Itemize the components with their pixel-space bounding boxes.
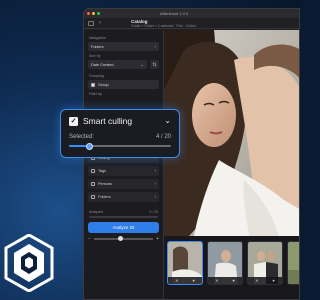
selected-row: Selected: 4 / 20 (69, 134, 171, 140)
smart-culling-title: Smart culling (83, 116, 133, 126)
maximize-window-icon[interactable] (97, 12, 100, 15)
thumbnail-actions: ✕ ♥ (208, 277, 242, 284)
breadcrumb-path: Folder > Folder > 1 selected · Pick · Cu… (131, 23, 196, 28)
checkbox-checked-icon[interactable]: ✓ (69, 116, 78, 126)
zoom-slider[interactable] (93, 236, 154, 242)
selected-label: Selected: (69, 134, 95, 140)
smart-culling-header[interactable]: ✓ Smart culling ⌄ (69, 116, 171, 126)
title-bar: Aftershoot 1.0.0 (84, 9, 299, 18)
zoom-control: − + (88, 236, 159, 242)
filter-tags[interactable]: Tags › (88, 166, 159, 176)
chevron-right-icon: › (154, 168, 156, 174)
analyzed-label: Analyzed (89, 210, 103, 214)
thumbnail-actions: ✕ ♥ (168, 277, 202, 284)
reject-icon[interactable]: ✕ (255, 278, 258, 283)
analyzed-count: 0 / 20 (149, 210, 158, 214)
analyzed-row: Analyzed 0 / 20 (89, 210, 158, 214)
filter-label: Persons (98, 182, 112, 186)
aftershoot-logo (4, 234, 54, 292)
zoom-slider-knob[interactable] (117, 236, 123, 242)
close-window-icon[interactable] (87, 12, 90, 15)
grouping-checkbox-icon[interactable] (91, 82, 95, 87)
sort-value: Date Created (91, 62, 114, 67)
thumbnail-actions: ✕ ♥ (248, 277, 282, 284)
sort-order-icon[interactable]: ⇅ (150, 60, 159, 69)
minimize-window-icon[interactable] (92, 12, 95, 15)
toolbar: ‹ Catalog Folder > Folder > 1 selected ·… (84, 18, 299, 29)
grouping-label: Grouping (89, 74, 104, 78)
sidebar-toggle-icon[interactable] (88, 20, 94, 26)
thumbnail[interactable] (287, 241, 299, 285)
analyzed-progress-bar (89, 216, 158, 218)
thumbnail[interactable]: ✕ ♥ (247, 241, 283, 285)
chevron-down-icon[interactable]: ⌄ (164, 117, 171, 125)
filters-label: Filter by (89, 92, 102, 96)
chevron-right-icon: › (154, 194, 156, 200)
filter-label: Folders (98, 195, 111, 199)
checkbox-icon[interactable] (91, 195, 95, 199)
chevron-right-icon: › (154, 43, 156, 50)
analyze-button[interactable]: Analyze 20 (88, 222, 159, 233)
checkbox-icon[interactable] (91, 169, 95, 173)
chevron-right-icon: › (154, 181, 156, 187)
back-arrow-icon[interactable]: ‹ (99, 20, 101, 26)
thumbnail[interactable]: ✕ ♥ (207, 241, 243, 285)
filter-persons[interactable]: Persons › (88, 179, 159, 189)
filter-label: Tags (98, 169, 107, 173)
thumbnail-image (288, 242, 299, 284)
sort-row: Date Created ⌄ ⇅ (88, 60, 159, 72)
thumbnail[interactable]: ✕ ♥ (167, 241, 203, 285)
photo-preview (164, 30, 299, 236)
selected-slider[interactable] (69, 142, 171, 150)
sort-select[interactable]: Date Created ⌄ (88, 60, 147, 69)
navigation-select[interactable]: Folders › (88, 42, 159, 51)
filmstrip: ✕ ♥ ✕ ♥ ✕ ♥ (164, 236, 299, 299)
navigation-value: Folders (91, 44, 104, 49)
chevron-down-icon: ⌄ (139, 61, 144, 68)
selected-count: 4 / 20 (155, 134, 171, 140)
heart-icon[interactable]: ♥ (233, 278, 235, 283)
filter-folders[interactable]: Folders › (88, 192, 159, 202)
heart-icon[interactable]: ♥ (273, 278, 275, 283)
window-title: Aftershoot 1.0.0 (160, 11, 189, 16)
selected-slider-knob[interactable] (85, 142, 93, 150)
sort-label: Sort by (89, 54, 101, 58)
couple-photo (164, 30, 299, 236)
smart-culling-card: ✓ Smart culling ⌄ Selected: 4 / 20 (60, 109, 180, 158)
grouping-value: Group (98, 82, 109, 87)
breadcrumb: Catalog Folder > Folder > 1 selected · P… (131, 19, 195, 28)
sidebar: Navigation Folders › Sort by Date Create… (84, 30, 164, 299)
stage: Aftershoot 1.0.0 ‹ Catalog Folder > Fold… (0, 0, 300, 300)
grouping-toggle[interactable]: Group (88, 80, 159, 89)
heart-icon[interactable]: ♥ (193, 278, 195, 283)
checkbox-icon[interactable] (91, 182, 95, 186)
reject-icon[interactable]: ✕ (175, 278, 178, 283)
zoom-in-icon[interactable]: + (156, 236, 159, 242)
zoom-out-icon[interactable]: − (88, 236, 91, 242)
reject-icon[interactable]: ✕ (215, 278, 218, 283)
navigation-label: Navigation (89, 36, 106, 40)
